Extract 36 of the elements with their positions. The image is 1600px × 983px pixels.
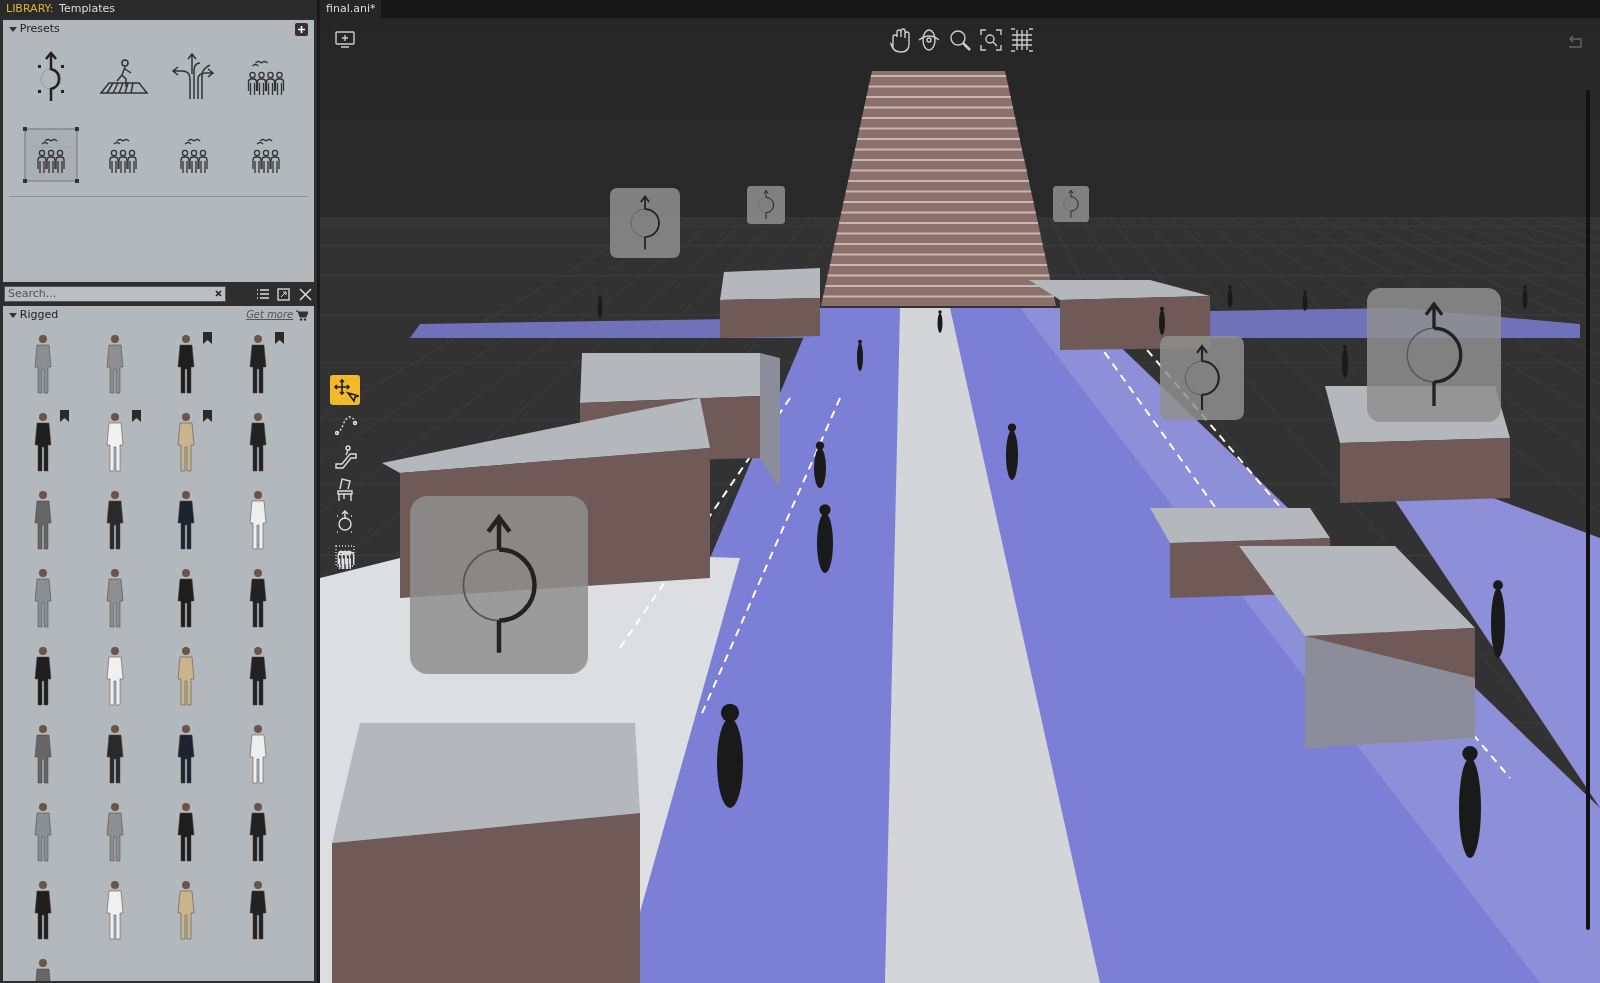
person-figure <box>1302 290 1308 311</box>
move-icon[interactable] <box>330 375 360 405</box>
cart-icon[interactable] <box>296 309 308 321</box>
clear-icon[interactable] <box>215 290 222 297</box>
add-button[interactable] <box>295 22 308 36</box>
person-figure <box>1227 285 1233 308</box>
person-figure <box>1159 306 1165 335</box>
waypoint-marker[interactable] <box>1053 186 1089 222</box>
resize-button[interactable] <box>275 286 292 302</box>
waypoint-marker[interactable] <box>747 186 785 224</box>
person-figure <box>1006 423 1018 480</box>
section-title: Rigged <box>19 307 60 323</box>
library-title: Templates <box>59 1 115 17</box>
waypoint-marker[interactable] <box>410 496 588 674</box>
waypoint-marker[interactable] <box>610 188 680 258</box>
close-button[interactable] <box>297 286 313 302</box>
person-figure <box>1522 285 1528 310</box>
search-field[interactable]: Search... <box>4 286 226 302</box>
library-label: LIBRARY: <box>6 1 54 17</box>
crowd-icon[interactable] <box>22 127 79 183</box>
scrollbar[interactable] <box>1586 90 1590 930</box>
waypoint-marker[interactable] <box>1367 288 1501 422</box>
person-figure <box>814 441 826 488</box>
person-figure <box>857 339 863 371</box>
person-figure <box>597 295 603 318</box>
waypoint-marker[interactable] <box>1160 336 1244 420</box>
expand-caret-icon[interactable] <box>9 25 17 33</box>
person-figure <box>1342 344 1348 378</box>
person-figure <box>817 504 833 573</box>
document-tab[interactable]: final.ani* <box>320 0 382 18</box>
expand-caret-icon[interactable] <box>9 311 17 319</box>
section-title: Presets <box>19 21 61 37</box>
person-figure <box>937 310 943 333</box>
plus-icon <box>297 24 306 34</box>
list-view-button[interactable] <box>254 286 270 302</box>
get-more-link[interactable]: Get more <box>246 306 294 324</box>
